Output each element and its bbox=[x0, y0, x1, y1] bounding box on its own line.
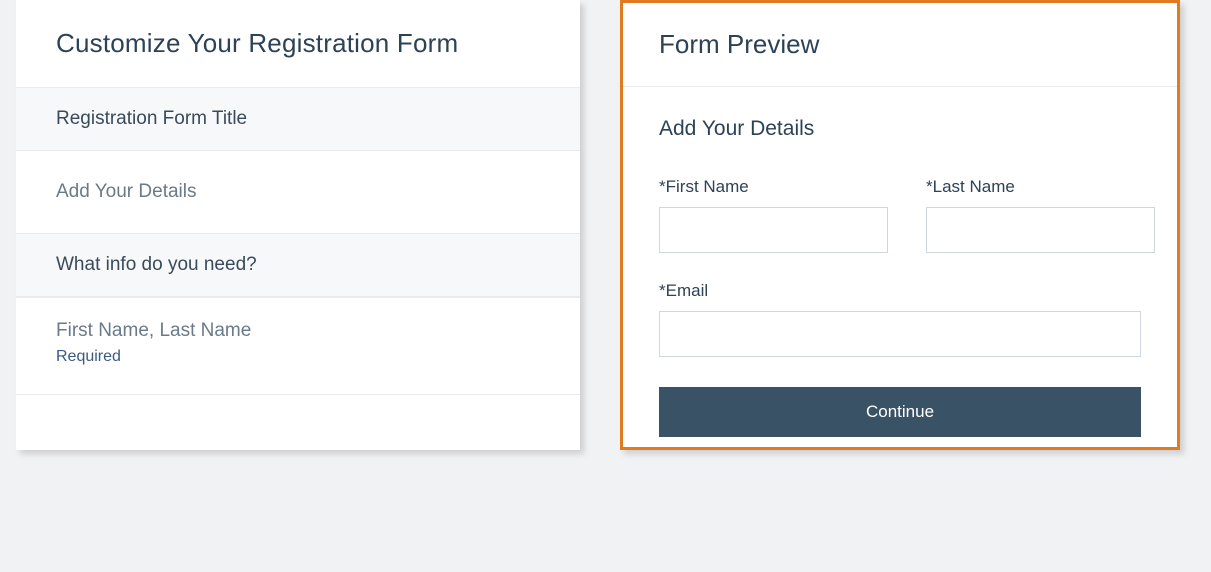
email-group: *Email bbox=[659, 281, 1141, 357]
preview-body: Add Your Details *First Name *Last Name … bbox=[623, 87, 1177, 437]
continue-button[interactable]: Continue bbox=[659, 387, 1141, 437]
email-label: *Email bbox=[659, 281, 1141, 301]
last-name-group: *Last Name bbox=[926, 177, 1155, 253]
registration-title-value[interactable]: Add Your Details bbox=[16, 151, 580, 233]
last-name-input[interactable] bbox=[926, 207, 1155, 253]
first-name-input[interactable] bbox=[659, 207, 888, 253]
field-required-note: Required bbox=[56, 348, 540, 366]
field-row[interactable]: First Name, Last Name Required bbox=[16, 297, 580, 394]
customize-panel: Customize Your Registration Form Registr… bbox=[16, 0, 580, 450]
first-name-group: *First Name bbox=[659, 177, 888, 253]
customize-footer-space bbox=[16, 394, 580, 444]
preview-header: Form Preview bbox=[623, 3, 1177, 87]
preview-form-title: Add Your Details bbox=[659, 117, 1141, 141]
customize-title: Customize Your Registration Form bbox=[56, 28, 540, 59]
form-preview-panel: Form Preview Add Your Details *First Nam… bbox=[620, 0, 1180, 450]
section-info-label[interactable]: What info do you need? bbox=[16, 233, 580, 297]
last-name-label: *Last Name bbox=[926, 177, 1155, 197]
first-name-label: *First Name bbox=[659, 177, 888, 197]
email-input[interactable] bbox=[659, 311, 1141, 357]
customize-header: Customize Your Registration Form bbox=[16, 0, 580, 87]
field-names-text: First Name, Last Name bbox=[56, 320, 540, 342]
section-registration-title-label[interactable]: Registration Form Title bbox=[16, 87, 580, 151]
preview-title-heading: Form Preview bbox=[659, 29, 1141, 60]
